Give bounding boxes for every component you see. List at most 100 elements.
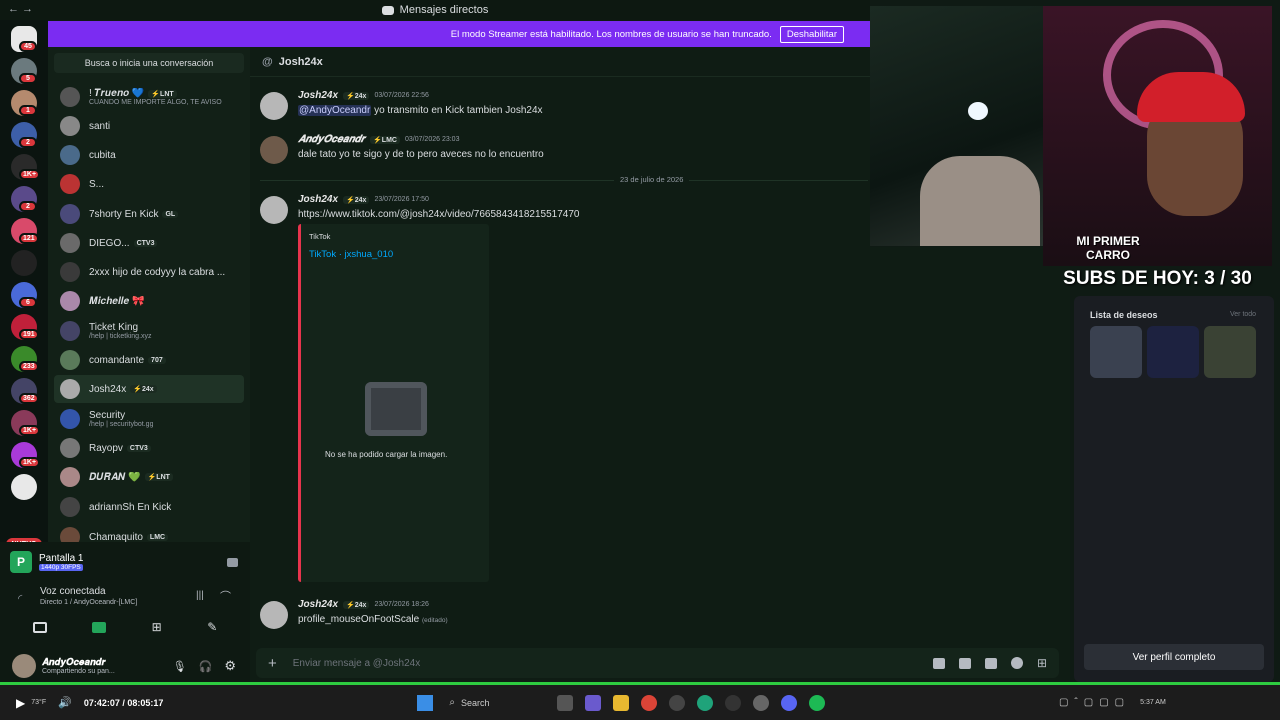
banner-overlay: MI PRIMER CARRO xyxy=(1076,234,1140,262)
close-stream-icon[interactable] xyxy=(227,557,238,567)
media-time: 07:42:07 / 08:05:17 xyxy=(83,697,164,708)
server-icon[interactable]: 233 xyxy=(11,346,39,372)
avatar[interactable] xyxy=(260,601,288,629)
avatar[interactable] xyxy=(260,92,288,120)
dm-list-item[interactable]: adriannSh En Kick xyxy=(54,493,244,521)
windows-start-icon[interactable] xyxy=(417,694,434,711)
copilot-icon[interactable] xyxy=(584,694,601,711)
activities-icon[interactable]: ⊞ xyxy=(152,620,162,634)
camera-off-icon[interactable] xyxy=(32,621,47,633)
dm-list-item[interactable]: 𝑴𝒊𝒄𝒉𝒆𝒍𝒍𝒆 🎀 xyxy=(54,287,244,315)
gift-icon[interactable] xyxy=(932,657,945,669)
dm-list-item[interactable]: Security/help | securitybot.gg xyxy=(54,405,244,433)
dm-list-item[interactable]: S... xyxy=(54,170,244,198)
server-icon[interactable] xyxy=(11,250,37,276)
settings-gear-icon[interactable]: ⚙ xyxy=(224,658,236,674)
dm-list-item[interactable]: DIEGO... CTV3 xyxy=(54,229,244,257)
wishlist-item[interactable] xyxy=(1147,326,1199,378)
server-icon[interactable]: 121 xyxy=(11,218,39,244)
dm-list-item[interactable]: santi xyxy=(54,112,244,140)
add-attachment-icon[interactable]: + xyxy=(268,655,277,672)
chrome-icon[interactable] xyxy=(640,694,657,711)
server-icon[interactable]: 2 xyxy=(11,122,37,148)
dm-home-icon[interactable]: 45 xyxy=(11,26,37,52)
avatar[interactable] xyxy=(260,136,288,164)
view-full-profile-button[interactable]: Ver perfil completo xyxy=(1084,644,1264,670)
message-author[interactable]: 𝑨𝒏𝒅𝒚𝑶𝒄𝒆𝒂𝒏𝒅𝒓 xyxy=(298,134,365,145)
server-icon[interactable]: 362 xyxy=(11,378,39,404)
avatar xyxy=(60,291,80,311)
gif-icon[interactable] xyxy=(958,657,971,669)
dm-list-item[interactable]: 7shorty En Kick GL xyxy=(54,200,244,228)
dm-list-item[interactable]: Rayopv CTV3 xyxy=(54,434,244,462)
server-icon[interactable]: 1K+ xyxy=(11,442,41,468)
avatar[interactable] xyxy=(12,654,36,678)
server-icon[interactable]: 1 xyxy=(11,90,37,116)
app-icon[interactable] xyxy=(724,694,741,711)
share-screen-icon[interactable] xyxy=(92,621,107,633)
server-icon[interactable]: 1K+ xyxy=(11,154,41,180)
dm-name-text: 𝑫𝑼𝑹𝑨𝑵 💚 xyxy=(89,471,141,483)
dm-list-item[interactable]: 2xxx hijo de codyyy la cabra ... xyxy=(54,258,244,286)
tray-icons[interactable]: ▢ˆ▢▢▢ xyxy=(1059,697,1130,708)
soundboard-icon[interactable]: ✎ xyxy=(207,620,217,634)
dm-list-item[interactable]: comandante 707 xyxy=(54,346,244,374)
apps-icon[interactable]: ⊞ xyxy=(1037,656,1047,670)
server-icon[interactable]: 6 xyxy=(11,282,37,308)
server-icon[interactable] xyxy=(11,474,37,500)
spotify-icon[interactable] xyxy=(808,694,825,711)
dm-list-item[interactable]: Josh24x ⚡24x xyxy=(54,375,244,403)
embed-title-link[interactable]: TikTok · jxshua_010 xyxy=(309,249,393,260)
subs-counter: SUBS DE HOY: 3 / 30 xyxy=(1063,268,1252,289)
search-icon[interactable]: ⌕ xyxy=(449,697,455,708)
server-icon[interactable]: 5 xyxy=(11,58,37,84)
app-icon[interactable] xyxy=(668,694,685,711)
taskbar-search[interactable]: Search xyxy=(461,698,551,708)
file-explorer-icon[interactable] xyxy=(556,694,573,711)
dm-list-item[interactable]: ! 𝑻𝒓𝒖𝒆𝒏𝒐 💙 ⚡LNT CUANDO ME IMPORTE ALGO, TE… xyxy=(54,83,244,111)
folder-icon[interactable] xyxy=(612,694,629,711)
dm-list-item[interactable]: Ticket King/help | ticketking.xyz xyxy=(54,317,244,345)
wishlist-item[interactable] xyxy=(1204,326,1256,378)
see-all-link[interactable]: Ver todo xyxy=(1230,311,1256,318)
unread-badge: 362 xyxy=(19,393,39,404)
dm-name-text: cubita xyxy=(89,149,116,161)
message-link[interactable]: https://www.tiktok.com/@josh24x/video/76… xyxy=(298,209,579,220)
profile-panel: Lista de deseos Ver todo Ver perfil comp… xyxy=(1074,296,1274,682)
server-tag: CTV3 xyxy=(133,239,158,247)
mic-icon[interactable]: 🎙 xyxy=(173,660,187,673)
weather-text: 73°F xyxy=(31,699,47,706)
search-input[interactable]: Busca o inicia una conversación xyxy=(54,53,244,73)
sticker-icon[interactable] xyxy=(984,657,997,669)
message-author[interactable]: Josh24x xyxy=(298,90,338,101)
voice-channel-link[interactable]: Directo 1 / AndyOceandr-[LMC] xyxy=(40,599,137,606)
dm-list-item[interactable]: 𝑫𝑼𝑹𝑨𝑵 💚 ⚡LNT xyxy=(54,463,244,491)
edge-icon[interactable] xyxy=(696,694,713,711)
volume-icon[interactable]: 🔊 xyxy=(58,696,72,709)
server-icon[interactable]: 1K+ xyxy=(11,410,41,436)
headphones-icon[interactable]: 🎧 xyxy=(199,660,213,673)
server-icon[interactable]: 2 xyxy=(11,186,37,212)
dm-name-text: adriannSh En Kick xyxy=(89,501,172,513)
dm-list-item[interactable]: Chamaquito LMC xyxy=(54,523,244,542)
dm-name: Chamaquito LMC xyxy=(89,532,169,542)
user-mention[interactable]: @AndyOceandr xyxy=(298,105,372,116)
message-author[interactable]: Josh24x xyxy=(298,194,338,205)
noise-suppression-icon[interactable]: ||| xyxy=(196,590,204,601)
disable-streamer-button[interactable]: Deshabilitar xyxy=(779,25,844,43)
settings-icon[interactable] xyxy=(752,694,769,711)
discord-taskbar-icon[interactable] xyxy=(780,694,797,711)
avatar[interactable] xyxy=(260,196,288,224)
avatar xyxy=(60,87,80,107)
message-author[interactable]: Josh24x xyxy=(298,599,338,610)
server-tag: ⚡24x xyxy=(130,385,157,393)
message-input[interactable]: Enviar mensaje a @Josh24x xyxy=(293,658,933,669)
emoji-icon[interactable] xyxy=(1010,657,1023,669)
nav-arrows[interactable]: ← → xyxy=(8,3,33,15)
dm-list-item[interactable]: cubita xyxy=(54,141,244,169)
stream-preview[interactable]: P Pantalla 1 1440p 30FPS xyxy=(10,548,238,576)
wishlist-item[interactable] xyxy=(1090,326,1142,378)
server-icon[interactable]: 191 xyxy=(11,314,39,340)
play-icon[interactable]: ▶ xyxy=(16,696,25,710)
disconnect-icon[interactable]: ⌒ xyxy=(220,588,231,604)
